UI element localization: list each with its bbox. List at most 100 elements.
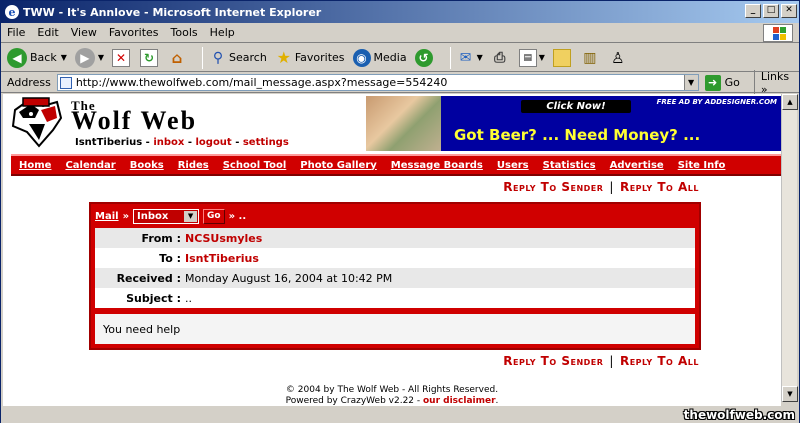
go-button[interactable]: ➜ Go: [704, 74, 740, 91]
header-row-from: From : NCSUsmyles: [95, 228, 695, 248]
settings-link[interactable]: settings: [243, 137, 289, 148]
maximize-button[interactable]: □: [763, 4, 779, 18]
mail-button[interactable]: ✉ ▼: [457, 49, 483, 67]
close-button[interactable]: ✕: [781, 4, 797, 18]
messenger-icon: ♙: [611, 48, 625, 67]
stop-button[interactable]: ✕: [112, 48, 132, 67]
minimize-button[interactable]: _: [745, 4, 761, 18]
status-bar: [1, 406, 799, 423]
discuss-button[interactable]: [552, 48, 573, 67]
vertical-scrollbar[interactable]: ▲ ▼: [781, 94, 798, 402]
menu-bar: File Edit View Favorites Tools Help: [1, 23, 799, 43]
menu-help[interactable]: Help: [210, 26, 235, 39]
reply-to-all-link[interactable]: Reply To All: [620, 180, 699, 194]
back-arrow-icon: ◀: [7, 47, 27, 68]
search-icon: ⚲: [212, 49, 224, 66]
click-now-button[interactable]: Click Now!: [521, 100, 631, 113]
mail-link[interactable]: Mail: [95, 211, 119, 222]
reply-to-all-link[interactable]: Reply To All: [620, 354, 699, 368]
nav-photo-gallery[interactable]: Photo Gallery: [300, 160, 377, 171]
disclaimer-link[interactable]: our disclaimer: [423, 396, 496, 406]
research-icon: ▥: [583, 49, 597, 66]
ad-credit: FREE AD BY ADDESIGNER.COM: [656, 98, 777, 106]
refresh-button[interactable]: ↻: [140, 48, 160, 67]
to-link[interactable]: IsntTiberius: [185, 252, 259, 265]
from-link[interactable]: NCSUsmyles: [185, 232, 262, 245]
menu-tools[interactable]: Tools: [171, 26, 198, 39]
edit-button[interactable]: ▤ ▼: [518, 48, 545, 67]
nav-books[interactable]: Books: [130, 160, 164, 171]
scroll-down-icon[interactable]: ▼: [782, 386, 798, 402]
windows-logo-icon: [763, 24, 793, 42]
nav-message-boards[interactable]: Message Boards: [391, 160, 483, 171]
reply-bar-bottom: Reply To Sender | Reply To All: [503, 354, 699, 368]
home-button[interactable]: ⌂: [168, 49, 188, 67]
go-arrow-icon: ➜: [704, 74, 721, 91]
links-button[interactable]: Links »: [753, 69, 799, 96]
mail-icon: ✉: [459, 49, 472, 66]
forward-arrow-icon: ▶: [74, 47, 95, 68]
folder-select[interactable]: Inbox ▼: [133, 208, 200, 224]
messenger-button[interactable]: ♙: [609, 49, 629, 67]
username: IsntTiberius: [75, 137, 143, 148]
discuss-icon: [552, 48, 571, 67]
nav-advertise[interactable]: Advertise: [610, 160, 664, 171]
print-button[interactable]: ⎙: [491, 49, 511, 67]
copyright-text: © 2004 by The Wolf Web - All Rights Rese…: [285, 385, 499, 395]
nav-users[interactable]: Users: [497, 160, 529, 171]
back-button[interactable]: ◀ Back ▼: [7, 47, 67, 68]
search-button[interactable]: ⚲ Search: [209, 49, 267, 67]
toolbar: ◀ Back ▼ ▶ ▼ ✕ ↻ ⌂ ⚲ Search ★ Favorites …: [1, 44, 799, 72]
nav-rides[interactable]: Rides: [178, 160, 209, 171]
home-icon: ⌂: [171, 48, 183, 67]
menu-edit[interactable]: Edit: [37, 26, 58, 39]
history-icon: ↺: [414, 48, 433, 67]
header-row-received: Received : Monday August 16, 2004 at 10:…: [95, 268, 695, 288]
nav-statistics[interactable]: Statistics: [543, 160, 596, 171]
research-button[interactable]: ▥: [581, 49, 601, 67]
reply-to-sender-link[interactable]: Reply To Sender: [503, 180, 603, 194]
menu-file[interactable]: File: [7, 26, 25, 39]
user-links: IsntTiberius - inbox - logout - settings: [75, 137, 289, 148]
folder-go-button[interactable]: Go: [203, 208, 225, 224]
logout-link[interactable]: logout: [195, 137, 231, 148]
site-header: The Wolf Web IsntTiberius - inbox - logo…: [3, 94, 781, 152]
chevron-down-icon: ▼: [476, 53, 483, 62]
watermark: thewolfweb.com: [683, 408, 795, 422]
subject-value: ..: [185, 291, 192, 305]
media-icon: ◉: [352, 48, 371, 67]
nav-site-info[interactable]: Site Info: [678, 160, 726, 171]
forward-button[interactable]: ▶ ▼: [74, 47, 105, 68]
advertisement-banner[interactable]: Click Now! FREE AD BY ADDESIGNER.COM Got…: [366, 96, 781, 151]
printer-icon: ⎙: [494, 49, 506, 66]
star-icon: ★: [276, 48, 291, 67]
menu-favorites[interactable]: Favorites: [109, 26, 159, 39]
header-row-to: To : IsntTiberius: [159, 251, 259, 265]
message-body: You need help: [95, 314, 695, 344]
chevron-down-icon: ▼: [97, 53, 105, 62]
ie-icon: e: [5, 5, 19, 19]
chevron-down-icon[interactable]: ▼: [683, 75, 698, 90]
nav-home[interactable]: Home: [19, 160, 51, 171]
reply-to-sender-link[interactable]: Reply To Sender: [503, 354, 603, 368]
refresh-icon: ↻: [140, 48, 159, 67]
header-row-subject: Subject : ..: [126, 291, 192, 305]
inbox-link[interactable]: inbox: [153, 137, 184, 148]
site-nav: Home Calendar Books Rides School Tool Ph…: [11, 154, 781, 176]
address-input[interactable]: http://www.thewolfweb.com/mail_message.a…: [56, 74, 699, 91]
favorites-button[interactable]: ★ Favorites: [275, 48, 345, 67]
chevron-down-icon: ▼: [60, 53, 67, 62]
scroll-up-icon[interactable]: ▲: [782, 94, 798, 110]
nav-school-tool[interactable]: School Tool: [223, 160, 287, 171]
chevron-down-icon: ▼: [538, 53, 545, 62]
menu-view[interactable]: View: [71, 26, 97, 39]
nav-calendar[interactable]: Calendar: [65, 160, 115, 171]
media-button[interactable]: ◉ Media: [352, 48, 407, 67]
history-button[interactable]: ↺: [414, 48, 436, 67]
page-icon: [59, 76, 72, 89]
address-label: Address: [7, 76, 51, 89]
powered-by-text: Powered by CrazyWeb v2.22 -: [285, 396, 423, 406]
wolf-logo-icon: [11, 97, 63, 148]
reply-bar-top: Reply To Sender | Reply To All: [503, 180, 699, 194]
received-date: Monday August 16, 2004 at 10:42 PM: [185, 271, 393, 285]
